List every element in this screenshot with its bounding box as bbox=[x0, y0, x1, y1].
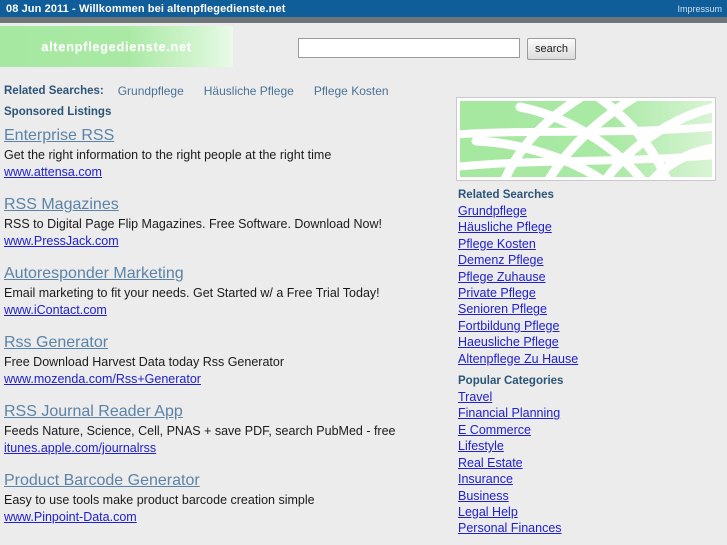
site-logo[interactable]: altenpflegedienste.net bbox=[0, 26, 233, 67]
listing-description: RSS to Digital Page Flip Magazines. Free… bbox=[4, 217, 382, 231]
sidebar-related-link-2[interactable]: Pflege Kosten bbox=[458, 237, 536, 251]
listing-title-link[interactable]: Autoresponder Marketing bbox=[4, 264, 184, 283]
listing-url-link[interactable]: www.attensa.com bbox=[4, 164, 102, 180]
list-item: Private Pflege bbox=[458, 285, 718, 301]
list-item: Real Estate bbox=[458, 455, 718, 471]
list-item: Financial Planning bbox=[458, 405, 718, 421]
list-item: Legal Help bbox=[458, 504, 718, 520]
listing-item: Product Barcode Generator Easy to use to… bbox=[4, 471, 448, 526]
sidebar-category-link-0[interactable]: Travel bbox=[458, 390, 492, 404]
sidebar-related-searches-heading: Related Searches bbox=[458, 189, 554, 201]
sidebar-category-link-7[interactable]: Legal Help bbox=[458, 505, 518, 519]
list-item: Insurance bbox=[458, 471, 718, 487]
list-item: Häusliche Pflege bbox=[458, 219, 718, 235]
sidebar-category-link-8[interactable]: Personal Finances bbox=[458, 521, 562, 535]
sidebar-related-link-6[interactable]: Senioren Pflege bbox=[458, 302, 547, 316]
site-logo-label: altenpflegedienste.net bbox=[41, 39, 192, 54]
related-search-link-2[interactable]: Pflege Kosten bbox=[314, 84, 389, 98]
listing-url-link[interactable]: itunes.apple.com/journalrss bbox=[4, 440, 156, 456]
list-item: Grundpflege bbox=[458, 203, 718, 219]
site-header: altenpflegedienste.net search bbox=[0, 23, 727, 78]
sidebar-related-link-9[interactable]: Altenpflege Zu Hause bbox=[458, 352, 578, 366]
banner-panel bbox=[456, 97, 716, 181]
sponsored-listings: Enterprise RSS Get the right information… bbox=[4, 126, 448, 540]
list-item: Business bbox=[458, 488, 718, 504]
sidebar-category-link-5[interactable]: Insurance bbox=[458, 472, 513, 486]
listing-url-link[interactable]: www.Pinpoint-Data.com bbox=[4, 509, 137, 525]
search-button[interactable]: search bbox=[527, 38, 577, 60]
list-item: Haeusliche Pflege bbox=[458, 334, 718, 350]
globe-graphic-icon bbox=[460, 101, 712, 177]
listing-title-link[interactable]: RSS Magazines bbox=[4, 195, 119, 214]
listing-description: Email marketing to fit your needs. Get S… bbox=[4, 286, 380, 300]
list-item: Altenpflege Zu Hause bbox=[458, 351, 718, 367]
sidebar-related-link-3[interactable]: Demenz Pflege bbox=[458, 253, 543, 267]
sidebar-category-link-2[interactable]: E Commerce bbox=[458, 423, 531, 437]
listing-item: Autoresponder Marketing Email marketing … bbox=[4, 264, 448, 319]
list-item: Personal Finances bbox=[458, 520, 718, 536]
sidebar-category-link-6[interactable]: Business bbox=[458, 489, 509, 503]
list-item: Demenz Pflege bbox=[458, 252, 718, 268]
list-item: E Commerce bbox=[458, 422, 718, 438]
listing-title-link[interactable]: Rss Generator bbox=[4, 333, 108, 352]
listing-description: Feeds Nature, Science, Cell, PNAS + save… bbox=[4, 424, 396, 438]
page-root: 08 Jun 2011 - Willkommen bei altenpflege… bbox=[0, 0, 727, 545]
impressum-link[interactable]: Impressum bbox=[677, 4, 727, 14]
listing-item: RSS Magazines RSS to Digital Page Flip M… bbox=[4, 195, 448, 250]
sidebar-popular-categories-heading: Popular Categories bbox=[458, 375, 564, 388]
sidebar-related-link-0[interactable]: Grundpflege bbox=[458, 204, 527, 218]
list-item: Travel bbox=[458, 389, 718, 405]
related-search-link-1[interactable]: Häusliche Pflege bbox=[204, 84, 294, 98]
listing-item: Rss Generator Free Download Harvest Data… bbox=[4, 333, 448, 388]
list-item: Lifestyle bbox=[458, 438, 718, 454]
sidebar-related-link-7[interactable]: Fortbildung Pflege bbox=[458, 319, 559, 333]
sidebar-related-link-5[interactable]: Private Pflege bbox=[458, 286, 536, 300]
list-item: Pflege Zuhause bbox=[458, 269, 718, 285]
sidebar-related-searches-list: Grundpflege Häusliche Pflege Pflege Kost… bbox=[456, 203, 718, 367]
listing-description: Get the right information to the right p… bbox=[4, 148, 332, 162]
listing-url-link[interactable]: www.mozenda.com/Rss+Generator bbox=[4, 371, 201, 387]
sidebar-popular-categories-list: Travel Financial Planning E Commerce Lif… bbox=[456, 389, 718, 537]
list-item: Pflege Kosten bbox=[458, 236, 718, 252]
listing-title-link[interactable]: RSS Journal Reader App bbox=[4, 402, 183, 421]
sidebar-category-link-4[interactable]: Real Estate bbox=[458, 456, 523, 470]
listing-description: Free Download Harvest Data today Rss Gen… bbox=[4, 355, 284, 369]
sidebar-category-link-3[interactable]: Lifestyle bbox=[458, 439, 504, 453]
sidebar-related-link-4[interactable]: Pflege Zuhause bbox=[458, 270, 546, 284]
listing-title-link[interactable]: Enterprise RSS bbox=[4, 126, 114, 145]
search-form: search bbox=[298, 38, 577, 60]
sponsored-listings-label: Sponsored Listings bbox=[4, 106, 112, 118]
listing-item: Enterprise RSS Get the right information… bbox=[4, 126, 448, 181]
list-item: Senioren Pflege bbox=[458, 301, 718, 317]
listing-url-link[interactable]: www.PressJack.com bbox=[4, 233, 119, 249]
top-status-bar: 08 Jun 2011 - Willkommen bei altenpflege… bbox=[0, 0, 727, 17]
search-input[interactable] bbox=[298, 38, 520, 58]
listing-item: RSS Journal Reader App Feeds Nature, Sci… bbox=[4, 402, 448, 457]
page-title: 08 Jun 2011 - Willkommen bei altenpflege… bbox=[6, 2, 286, 15]
related-searches-label: Related Searches: bbox=[4, 85, 104, 97]
sidebar: Related Searches Grundpflege Häusliche P… bbox=[456, 97, 718, 537]
related-search-link-0[interactable]: Grundpflege bbox=[118, 84, 184, 98]
list-item: Fortbildung Pflege bbox=[458, 318, 718, 334]
sidebar-related-link-1[interactable]: Häusliche Pflege bbox=[458, 220, 552, 234]
listing-description: Easy to use tools make product barcode c… bbox=[4, 493, 315, 507]
sidebar-related-link-8[interactable]: Haeusliche Pflege bbox=[458, 335, 559, 349]
sidebar-category-link-1[interactable]: Financial Planning bbox=[458, 406, 560, 420]
listing-title-link[interactable]: Product Barcode Generator bbox=[4, 471, 200, 490]
listing-url-link[interactable]: www.iContact.com bbox=[4, 302, 107, 318]
